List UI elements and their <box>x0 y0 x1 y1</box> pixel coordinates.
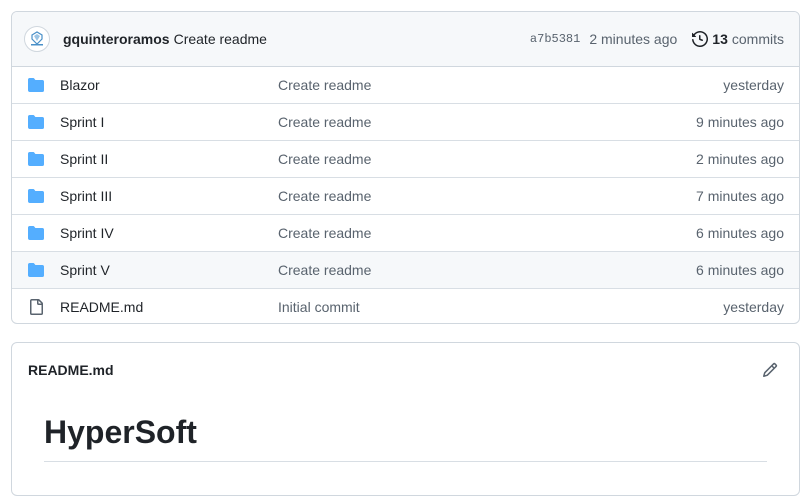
commits-label: commits <box>731 31 784 47</box>
file-commit-link[interactable]: Create readme <box>278 151 371 167</box>
file-icon <box>28 299 44 315</box>
folder-icon <box>28 77 44 93</box>
folder-icon <box>28 188 44 204</box>
file-name-link[interactable]: Sprint I <box>60 114 278 130</box>
file-commit-link[interactable]: Create readme <box>278 114 371 130</box>
folder-icon <box>28 151 44 167</box>
file-time: 7 minutes ago <box>696 188 784 204</box>
readme-content: HyperSoft <box>12 397 799 463</box>
folder-icon <box>28 262 44 278</box>
file-row-sprint-iv[interactable]: Sprint IV Create readme 6 minutes ago <box>12 214 799 251</box>
file-row-sprint-iii[interactable]: Sprint III Create readme 7 minutes ago <box>12 177 799 214</box>
file-commit-link[interactable]: Create readme <box>278 77 371 93</box>
readme-title-link[interactable]: README.md <box>28 362 114 378</box>
file-row-blazor[interactable]: Blazor Create readme yesterday <box>12 67 799 103</box>
file-time: 6 minutes ago <box>696 262 784 278</box>
file-browser: gquinteroramos Create readme a7b5381 2 m… <box>11 11 800 324</box>
commit-sha-link[interactable]: a7b5381 <box>530 32 580 46</box>
file-row-sprint-i[interactable]: Sprint I Create readme 9 minutes ago <box>12 103 799 140</box>
commit-time: 2 minutes ago <box>589 31 678 47</box>
file-time: 2 minutes ago <box>696 151 784 167</box>
folder-icon <box>28 114 44 130</box>
file-name-link[interactable]: Sprint IV <box>60 225 278 241</box>
file-name-link[interactable]: Sprint II <box>60 151 278 167</box>
latest-commit-bar: gquinteroramos Create readme a7b5381 2 m… <box>12 12 799 67</box>
file-name-link[interactable]: Sprint V <box>60 262 278 278</box>
file-commit-link[interactable]: Create readme <box>278 188 371 204</box>
file-commit-link[interactable]: Initial commit <box>278 299 360 315</box>
author-avatar[interactable] <box>24 26 50 52</box>
file-commit-link[interactable]: Create readme <box>278 225 371 241</box>
commit-author-link[interactable]: gquinteroramos <box>63 31 170 47</box>
readme-panel: README.md HyperSoft <box>11 342 800 496</box>
file-time: yesterday <box>723 299 784 315</box>
avatar-logo-icon <box>31 31 43 46</box>
file-name-link[interactable]: README.md <box>60 299 278 315</box>
file-row-sprint-v[interactable]: Sprint V Create readme 6 minutes ago <box>12 251 799 288</box>
history-icon <box>692 31 709 47</box>
file-row-sprint-ii[interactable]: Sprint II Create readme 2 minutes ago <box>12 140 799 177</box>
commit-message-link[interactable]: Create readme <box>174 31 267 47</box>
readme-header: README.md <box>12 343 799 397</box>
commit-count: 13 <box>712 31 728 47</box>
file-commit-link[interactable]: Create readme <box>278 262 371 278</box>
readme-heading: HyperSoft <box>44 413 767 463</box>
pencil-icon <box>762 362 778 378</box>
file-name-link[interactable]: Blazor <box>60 77 278 93</box>
file-time: 6 minutes ago <box>696 225 784 241</box>
edit-readme-button[interactable] <box>756 356 784 384</box>
folder-icon <box>28 225 44 241</box>
file-name-link[interactable]: Sprint III <box>60 188 278 204</box>
file-time: 9 minutes ago <box>696 114 784 130</box>
commit-history-link[interactable]: 13 commits <box>692 31 784 47</box>
file-row-readme[interactable]: README.md Initial commit yesterday <box>12 288 799 323</box>
file-time: yesterday <box>723 77 784 93</box>
